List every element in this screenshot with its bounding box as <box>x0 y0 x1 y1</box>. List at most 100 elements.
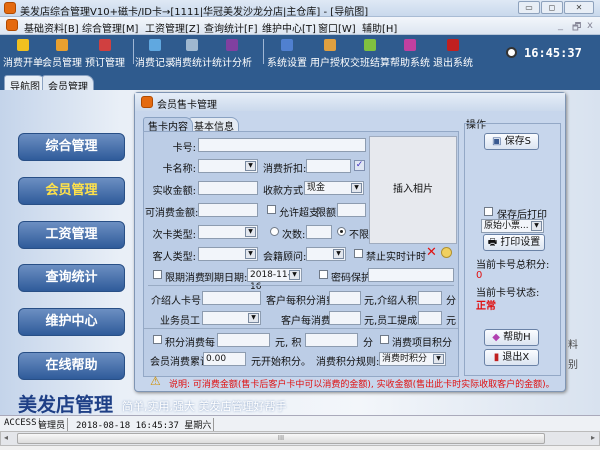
menu-help[interactable]: 辅助[H] <box>362 20 397 35</box>
magnifier-icon <box>186 39 198 51</box>
each-points-input[interactable] <box>305 333 358 347</box>
staff-comm-input[interactable] <box>418 311 442 325</box>
password-checkbox[interactable] <box>319 270 328 279</box>
help-button[interactable]: ◆ 帮助H <box>484 329 539 346</box>
toolbar-help[interactable]: 帮助系统 <box>390 37 430 69</box>
mdi-close[interactable]: x <box>587 20 593 31</box>
nav-query[interactable]: 查询统计 <box>18 264 125 292</box>
discount-input[interactable] <box>306 159 351 173</box>
delete-photo-icon[interactable]: ✕ <box>426 245 437 260</box>
staff-select[interactable]: ▼ <box>202 311 261 325</box>
toolbar-exit[interactable]: 退出系统 <box>433 37 473 69</box>
limited-label: 限期消费 <box>165 273 205 284</box>
nav-salary[interactable]: 工资管理 <box>18 221 125 249</box>
advisor-select[interactable]: ▼ <box>306 247 346 261</box>
nav-maintenance[interactable]: 维护中心 <box>18 308 125 336</box>
horizontal-scrollbar[interactable]: ◂ III ▸ <box>0 431 600 446</box>
toolbar-separator <box>263 39 264 64</box>
save-icon: ▣ <box>492 136 505 147</box>
divider <box>144 328 458 329</box>
load-photo-icon[interactable] <box>441 247 452 258</box>
tab-basic-info[interactable]: 基本信息 <box>189 117 239 133</box>
limited-checkbox[interactable] <box>153 270 162 279</box>
menu-maintenance[interactable]: 维护中心[T] <box>262 20 316 35</box>
scroll-right-icon[interactable]: ▸ <box>591 433 595 442</box>
print-setup-button[interactable]: 🖶 打印设置 <box>483 234 545 251</box>
toolbar-new-order[interactable]: 消费开单 <box>3 37 43 69</box>
spendable-input[interactable] <box>198 203 258 217</box>
chevron-down-icon: ▼ <box>433 354 444 364</box>
guest-type-select[interactable]: ▼ <box>198 247 258 261</box>
password-input[interactable] <box>368 268 454 282</box>
chevron-down-icon: ▼ <box>531 221 542 231</box>
count-radio[interactable] <box>270 227 279 236</box>
toolbar-members[interactable]: 会员管理 <box>42 37 82 69</box>
menu-query[interactable]: 查询统计[F] <box>204 20 258 35</box>
divider <box>148 285 454 286</box>
nav-general[interactable]: 综合管理 <box>18 133 125 161</box>
unlimited-radio[interactable] <box>337 227 346 236</box>
menu-general[interactable]: 综合管理[M] <box>82 20 138 35</box>
no-timing-checkbox[interactable] <box>354 249 363 258</box>
received-input[interactable] <box>198 181 258 195</box>
toolbar-shift[interactable]: 交班结算 <box>350 37 390 69</box>
clock-icon <box>506 47 517 58</box>
pay-method-select[interactable]: 现金 ▼ <box>304 181 364 195</box>
toolbar-booking[interactable]: 预订管理 <box>85 37 125 69</box>
toolbar-analysis[interactable]: 统计分析 <box>212 37 252 69</box>
tab-member-management[interactable]: 会员管理 <box>42 75 94 93</box>
item-points-checkbox[interactable] <box>380 335 389 344</box>
nav-online-help[interactable]: 在线帮助 <box>18 352 125 380</box>
print-template-select[interactable]: 原始小票... ▼ <box>481 219 544 233</box>
menu-salary[interactable]: 工资管理[Z] <box>145 20 200 35</box>
card-name-select[interactable]: ▼ <box>198 159 258 173</box>
cust-per-spend-input[interactable] <box>329 311 361 325</box>
expire-date-picker[interactable]: 2018-11-16 ▼ <box>247 268 302 292</box>
close-button[interactable]: ✕ <box>564 1 594 14</box>
discount-edit-icon[interactable]: ✓ <box>354 160 365 171</box>
minimize-button[interactable]: ▭ <box>518 1 540 14</box>
exit-button[interactable]: ▮ 退出X <box>484 349 539 366</box>
mdi-minimize[interactable]: _ <box>558 20 563 31</box>
toolbar-separator <box>133 39 134 64</box>
rule-select[interactable]: 消费时积分 ▼ <box>379 352 446 366</box>
overdraft-checkbox[interactable] <box>267 205 276 214</box>
points-checkbox[interactable] <box>153 335 162 344</box>
limit-input[interactable] <box>337 203 366 217</box>
tab-navigation[interactable]: 导航图 <box>4 75 46 93</box>
accum-input[interactable]: 0.00 <box>203 352 246 366</box>
toolbar-stats[interactable]: 消费统计 <box>172 37 212 69</box>
toolbar-records[interactable]: 消费记录 <box>135 37 175 69</box>
discount-label: 消费折扣: <box>263 164 307 175</box>
intro-points-input[interactable] <box>418 291 442 305</box>
scroll-left-icon[interactable]: ◂ <box>4 433 8 442</box>
tab-sell-card[interactable]: 售卡内容 <box>143 117 193 133</box>
ops-panel: ▣ 保存S 保存后打印 原始小票... ▼ 🖶 打印设置 当前卡号总积分: 0 当… <box>464 123 561 376</box>
each-yuan-input[interactable] <box>217 333 270 347</box>
scroll-thumb[interactable]: III <box>17 433 545 444</box>
count-type-select[interactable]: ▼ <box>198 225 258 239</box>
handover-icon <box>364 39 376 51</box>
intro-card-label: 介绍人卡号 <box>151 296 201 307</box>
advisor-label: 会籍顾问: <box>263 252 307 263</box>
insert-photo-button[interactable]: 插入相片 <box>369 136 457 244</box>
chevron-down-icon: ▼ <box>333 249 344 259</box>
member-card-dialog: 会员售卡管理 售卡内容 基本信息 卡号: 卡名称: ▼ 消费折扣: ✓ 实收金额… <box>134 92 566 392</box>
intro-card-input[interactable] <box>202 291 261 305</box>
clock: 16:45:37 <box>524 46 582 60</box>
nav-members[interactable]: 会员管理 <box>18 177 125 205</box>
toolbar-authorize[interactable]: 用户授权 <box>310 37 350 69</box>
count-input[interactable] <box>306 225 332 239</box>
status-user: 管理员 <box>36 418 69 431</box>
cust-per-point-input[interactable] <box>329 291 361 305</box>
total-points-value: 0 <box>476 270 483 281</box>
menu-basic-data[interactable]: 基础资料[B] <box>24 20 79 35</box>
title-bar: 美发店综合管理V10+磁卡/ID卡→[1111|华冠美发沙龙分店|主仓库] - … <box>0 0 600 18</box>
toolbar-settings[interactable]: 系统设置 <box>267 37 307 69</box>
maximize-button[interactable]: ◻ <box>541 1 563 14</box>
status-bar: ACCESS 管理员 2018-08-18 16:45:37 星期六 <box>0 415 600 431</box>
card-no-input[interactable] <box>198 138 366 152</box>
save-button[interactable]: ▣ 保存S <box>484 133 539 150</box>
menu-window[interactable]: 窗口[W] <box>318 20 356 35</box>
print-after-save-checkbox[interactable] <box>484 207 493 216</box>
